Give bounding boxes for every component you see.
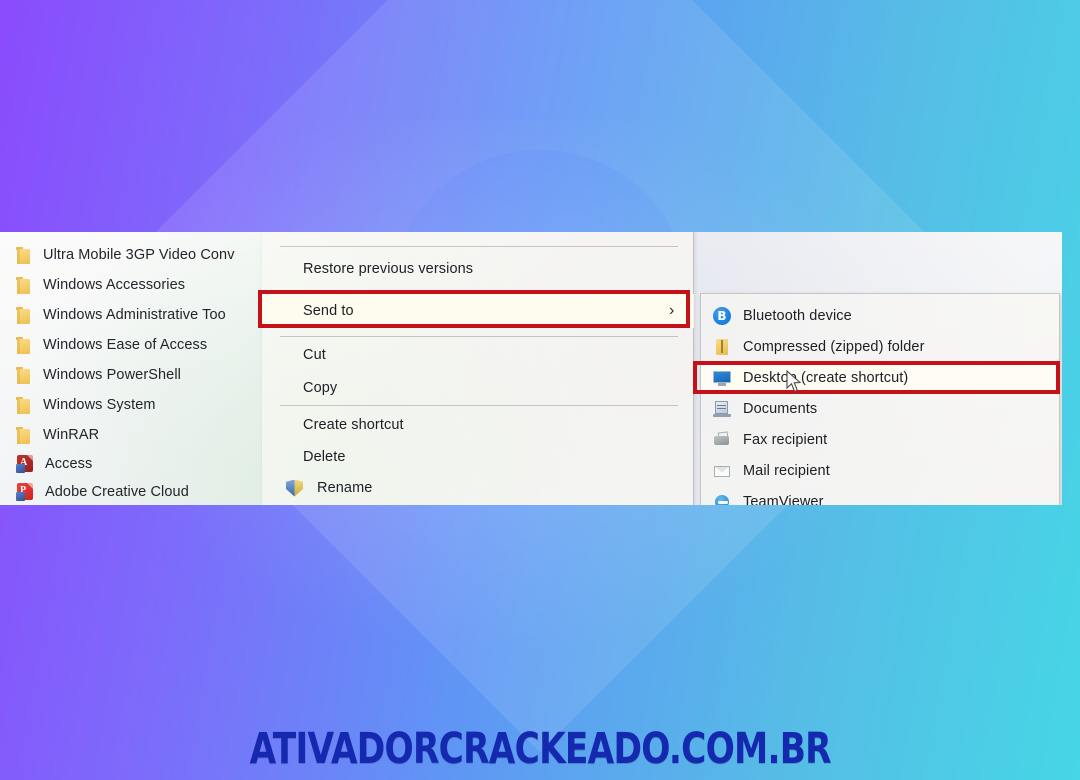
folder-icon [16, 426, 32, 444]
monitor-icon [713, 369, 731, 387]
list-item-label: WinRAR [43, 427, 100, 443]
uac-shield-icon [286, 479, 303, 497]
list-item[interactable]: A Access [0, 449, 262, 479]
documents-icon [713, 400, 731, 418]
folder-icon [16, 396, 32, 414]
submenu-item-label: Mail recipient [743, 462, 830, 479]
submenu-item-bluetooth-device[interactable]: B Bluetooth device [701, 300, 1059, 331]
list-item-label: Windows PowerShell [43, 367, 181, 383]
menu-item-rename[interactable]: Rename [262, 471, 694, 505]
site-watermark-text: ATIVADORCRACKEADO.COM.BR [249, 724, 831, 774]
list-item[interactable]: WinRAR [0, 420, 262, 450]
list-item-label: Windows Accessories [43, 277, 186, 293]
submenu-item-documents[interactable]: Documents [701, 393, 1059, 424]
menu-item-send-to[interactable]: Send to › [262, 294, 694, 328]
menu-separator [280, 246, 678, 247]
submenu-item-fax-recipient[interactable]: Fax recipient [701, 424, 1059, 455]
list-item-label: Windows Administrative Too [43, 307, 226, 323]
submenu-item-label: Documents [743, 400, 818, 417]
page-root: Ultra Mobile 3GP Video Conv Windows Acce… [0, 0, 1080, 780]
list-item[interactable]: P Adobe Creative Cloud [0, 477, 262, 505]
fax-icon [713, 430, 731, 449]
zipped-folder-icon [713, 338, 731, 356]
submenu-item-mail-recipient[interactable]: Mail recipient [701, 455, 1059, 486]
chevron-right-icon: › [669, 302, 675, 319]
submenu-item-label: Bluetooth device [743, 307, 852, 324]
menu-item-label: Rename [317, 480, 373, 496]
menu-item-label: Delete [303, 449, 346, 465]
list-item[interactable]: Ultra Mobile 3GP Video Conv [0, 240, 262, 270]
folder-icon [16, 306, 32, 324]
submenu-item-teamviewer[interactable]: TeamViewer [701, 486, 1059, 505]
menu-item-copy[interactable]: Copy [262, 371, 694, 405]
folder-icon [16, 366, 32, 384]
list-item[interactable]: Windows System [0, 390, 262, 420]
folder-icon [16, 246, 32, 264]
list-item-label: Ultra Mobile 3GP Video Conv [43, 247, 235, 263]
list-item[interactable]: Windows Ease of Access [0, 330, 262, 360]
context-menu: Restore previous versions Send to › Cut … [262, 232, 694, 505]
mail-icon [713, 462, 731, 480]
menu-item-label: Create shortcut [303, 417, 404, 433]
teamviewer-icon [713, 492, 731, 505]
list-item[interactable]: Windows Administrative Too [0, 300, 262, 330]
footer-watermark: ATIVADORCRACKEADO.COM.BR [0, 724, 1080, 774]
folder-icon [16, 336, 32, 354]
list-item[interactable]: Windows Accessories [0, 270, 262, 300]
menu-separator [280, 405, 678, 406]
adobe-creative-cloud-icon: P [16, 483, 34, 501]
submenu-item-label: Desktop (create shortcut) [743, 369, 909, 386]
list-item-label: Adobe Creative Cloud [45, 484, 189, 500]
list-item-label: Access [45, 456, 93, 472]
list-item-label: Windows System [43, 397, 156, 413]
submenu-item-label: Fax recipient [743, 431, 828, 448]
bluetooth-icon: B [713, 306, 731, 325]
menu-item-label: Cut [303, 347, 326, 363]
list-item-label: Windows Ease of Access [43, 337, 208, 353]
menu-item-label: Copy [303, 380, 338, 396]
folder-icon [16, 276, 32, 294]
menu-item-restore-previous-versions[interactable]: Restore previous versions [262, 252, 694, 286]
menu-item-label: Restore previous versions [303, 261, 474, 277]
mouse-cursor-icon [786, 369, 802, 394]
list-item[interactable]: Windows PowerShell [0, 360, 262, 390]
submenu-item-compressed-zipped-folder[interactable]: Compressed (zipped) folder [701, 331, 1059, 362]
submenu-item-label: Compressed (zipped) folder [743, 338, 925, 355]
menu-item-create-shortcut[interactable]: Create shortcut [262, 408, 694, 442]
ms-access-icon: A [16, 455, 34, 473]
menu-item-label: Send to [303, 303, 354, 319]
start-menu-app-list: Ultra Mobile 3GP Video Conv Windows Acce… [0, 232, 262, 505]
submenu-item-label: TeamViewer [743, 493, 824, 506]
send-to-submenu: B Bluetooth device Compressed (zipped) f… [700, 293, 1060, 505]
windows-screenshot-strip: Ultra Mobile 3GP Video Conv Windows Acce… [0, 232, 1062, 505]
menu-item-cut[interactable]: Cut [262, 338, 694, 372]
menu-separator [280, 336, 678, 337]
submenu-item-desktop-create-shortcut[interactable]: Desktop (create shortcut) [701, 362, 1059, 393]
menu-item-delete[interactable]: Delete [262, 440, 694, 474]
